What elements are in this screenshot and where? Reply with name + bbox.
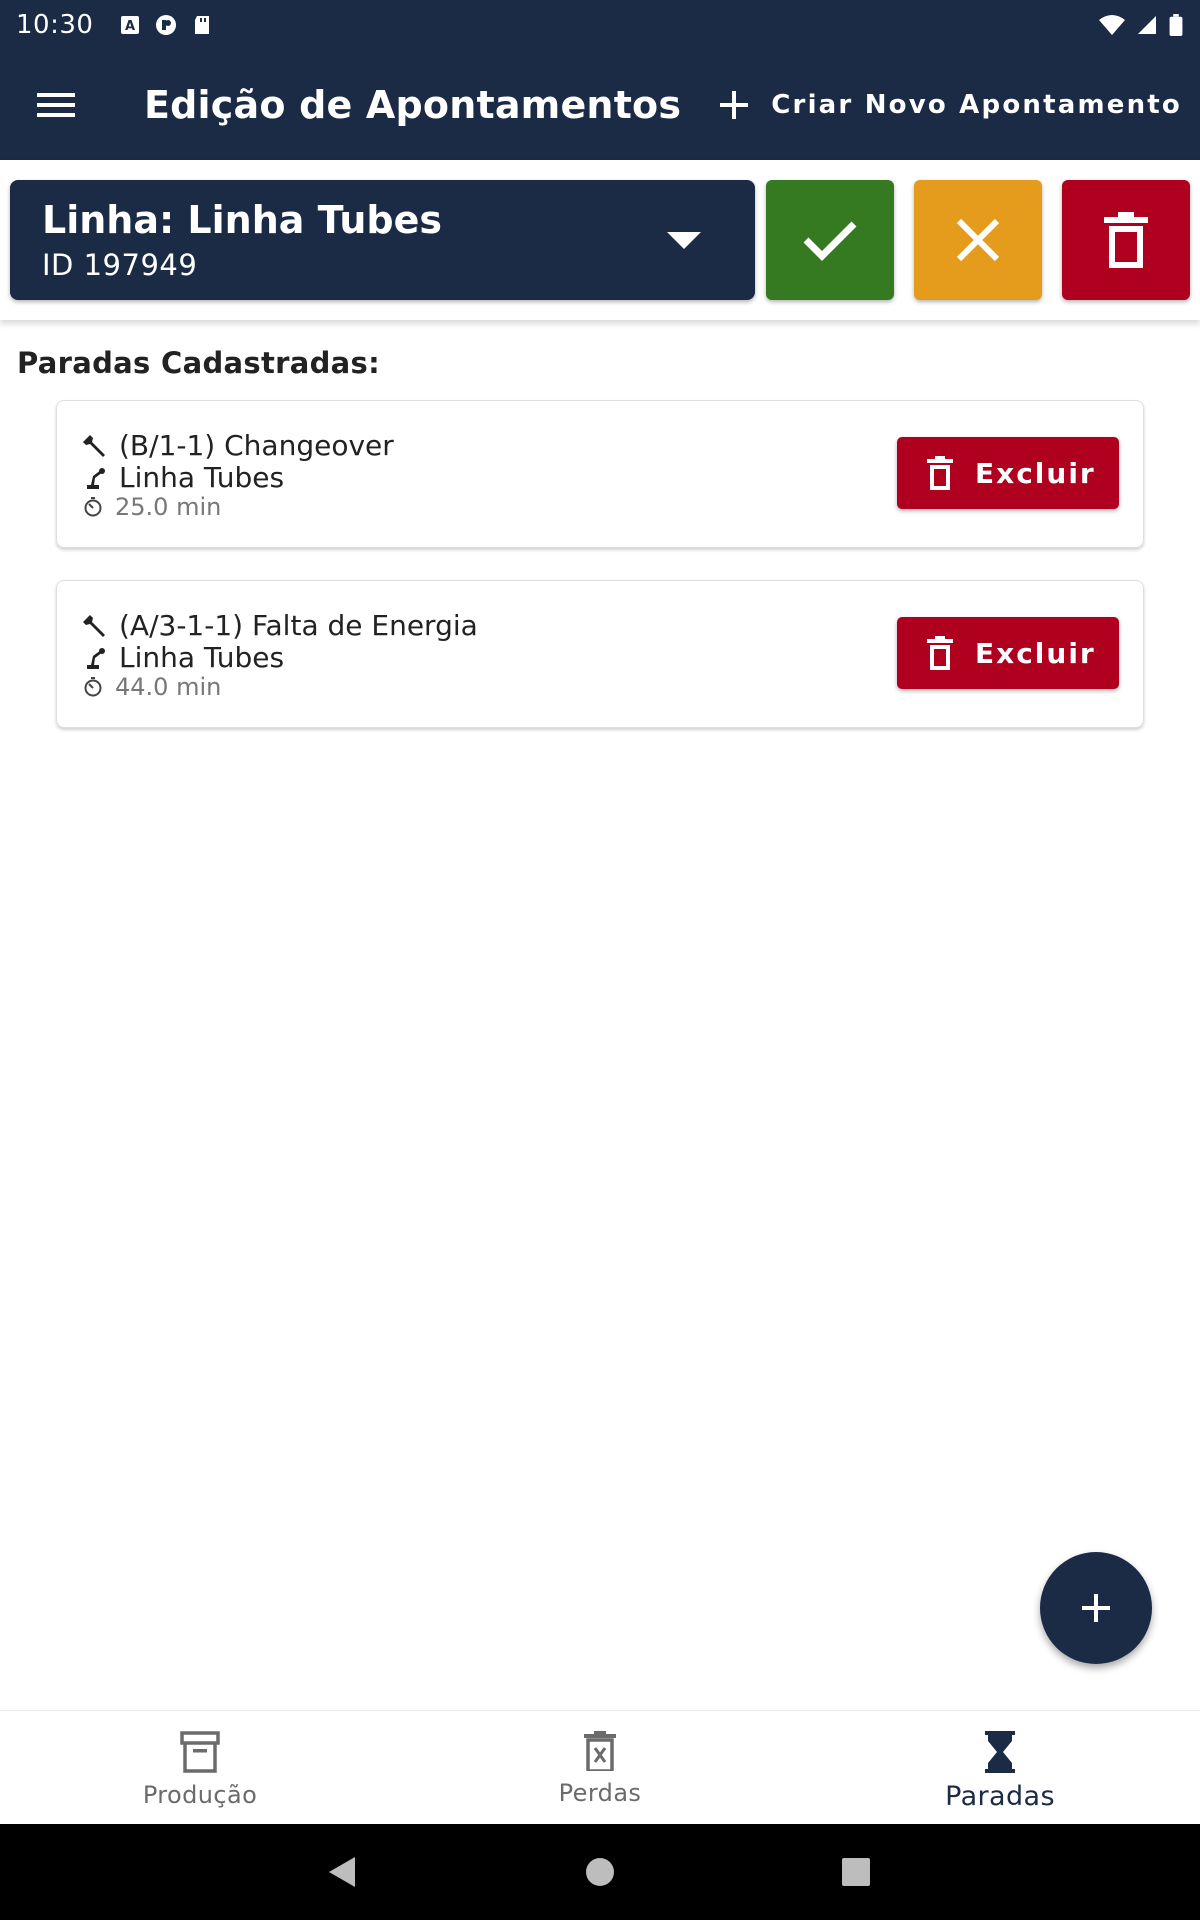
stop-duration: 44.0 min [115, 673, 222, 701]
line-id: ID 197949 [42, 248, 198, 282]
timer-icon [84, 677, 102, 697]
trash-x-icon [584, 1731, 616, 1771]
nav-tab-perdas[interactable]: Perdas [400, 1711, 800, 1824]
check-icon [803, 221, 857, 261]
recents-square-icon [842, 1858, 870, 1886]
delete-entry-button[interactable] [1062, 180, 1190, 300]
close-icon [956, 218, 1000, 262]
wrench-icon [83, 434, 105, 457]
nav-tab-producao[interactable]: Produção [0, 1711, 400, 1824]
robot-arm-icon [87, 467, 105, 489]
create-new-entry-button[interactable]: Criar Novo Apontamento [719, 90, 1182, 120]
signal-icon [1138, 16, 1156, 34]
timer-icon [84, 497, 102, 517]
home-button[interactable] [540, 1824, 660, 1920]
stop-duration-row: 44.0 min [83, 673, 221, 701]
recents-button[interactable] [796, 1824, 916, 1920]
hourglass-icon [985, 1731, 1015, 1773]
trash-icon [1104, 212, 1148, 268]
stop-line: Linha Tubes [119, 641, 285, 674]
confirm-button[interactable] [766, 180, 894, 300]
stop-line-row: Linha Tubes [83, 641, 284, 674]
page-title: Edição de Apontamentos [144, 83, 682, 127]
nav-label: Paradas [945, 1781, 1055, 1812]
stop-line-row: Linha Tubes [83, 461, 284, 494]
stop-line: Linha Tubes [119, 461, 285, 494]
create-new-entry-label: Criar Novo Apontamento [771, 90, 1182, 120]
trash-icon [927, 636, 953, 670]
add-stop-fab[interactable] [1040, 1552, 1152, 1664]
stop-code-row: (A/3-1-1) Falta de Energia [83, 609, 478, 642]
back-button[interactable] [282, 1824, 402, 1920]
stop-duration-row: 25.0 min [83, 493, 221, 521]
archive-icon [180, 1731, 220, 1773]
plus-icon [1082, 1594, 1110, 1622]
plus-icon [720, 91, 749, 119]
hamburger-menu-icon [37, 93, 75, 117]
nav-label: Perdas [558, 1779, 642, 1807]
cancel-button[interactable] [914, 180, 1042, 300]
status-notification-icons: A [119, 14, 213, 36]
wrench-icon [83, 614, 105, 637]
nav-tab-paradas[interactable]: Paradas [800, 1711, 1200, 1824]
system-navigation-bar [0, 1824, 1200, 1920]
line-name: Linha: Linha Tubes [42, 198, 443, 242]
line-selector-dropdown[interactable]: Linha: Linha Tubes ID 197949 [10, 180, 755, 300]
status-bar: 10:30 A [0, 0, 1200, 50]
status-system-icons [1098, 14, 1184, 36]
status-time: 10:30 [16, 10, 94, 40]
svg-text:A: A [125, 19, 135, 34]
stop-duration: 25.0 min [115, 493, 222, 521]
section-title: Paradas Cadastradas: [17, 346, 380, 380]
stop-code: (A/3-1-1) Falta de Energia [119, 609, 478, 642]
list-item: (A/3-1-1) Falta de Energia Linha Tubes 4… [56, 580, 1144, 728]
delete-stop-button[interactable]: Excluir [897, 437, 1119, 509]
delete-stop-label: Excluir [975, 636, 1096, 670]
nav-label: Produção [142, 1781, 258, 1809]
robot-arm-icon [87, 647, 105, 669]
home-circle-icon [586, 1858, 614, 1886]
app-bar: Edição de Apontamentos Criar Novo Aponta… [0, 50, 1200, 160]
sd-card-icon [195, 16, 210, 34]
bottom-navigation: Produção Perdas Paradas [0, 1710, 1200, 1824]
stop-code-row: (B/1-1) Changeover [83, 429, 394, 462]
stop-code: (B/1-1) Changeover [119, 429, 394, 462]
menu-button[interactable] [0, 50, 112, 160]
wifi-icon [1099, 15, 1125, 35]
delete-stop-button[interactable]: Excluir [897, 617, 1119, 689]
back-triangle-icon [329, 1857, 355, 1887]
dropdown-caret-icon [667, 232, 701, 249]
battery-icon [1169, 14, 1183, 36]
header-panel: Linha: Linha Tubes ID 197949 [0, 160, 1200, 320]
trash-icon [927, 456, 953, 490]
app-badge-icon [156, 15, 177, 35]
delete-stop-label: Excluir [975, 456, 1096, 490]
keyboard-a-icon: A [121, 16, 140, 34]
list-item: (B/1-1) Changeover Linha Tubes 25.0 min … [56, 400, 1144, 548]
